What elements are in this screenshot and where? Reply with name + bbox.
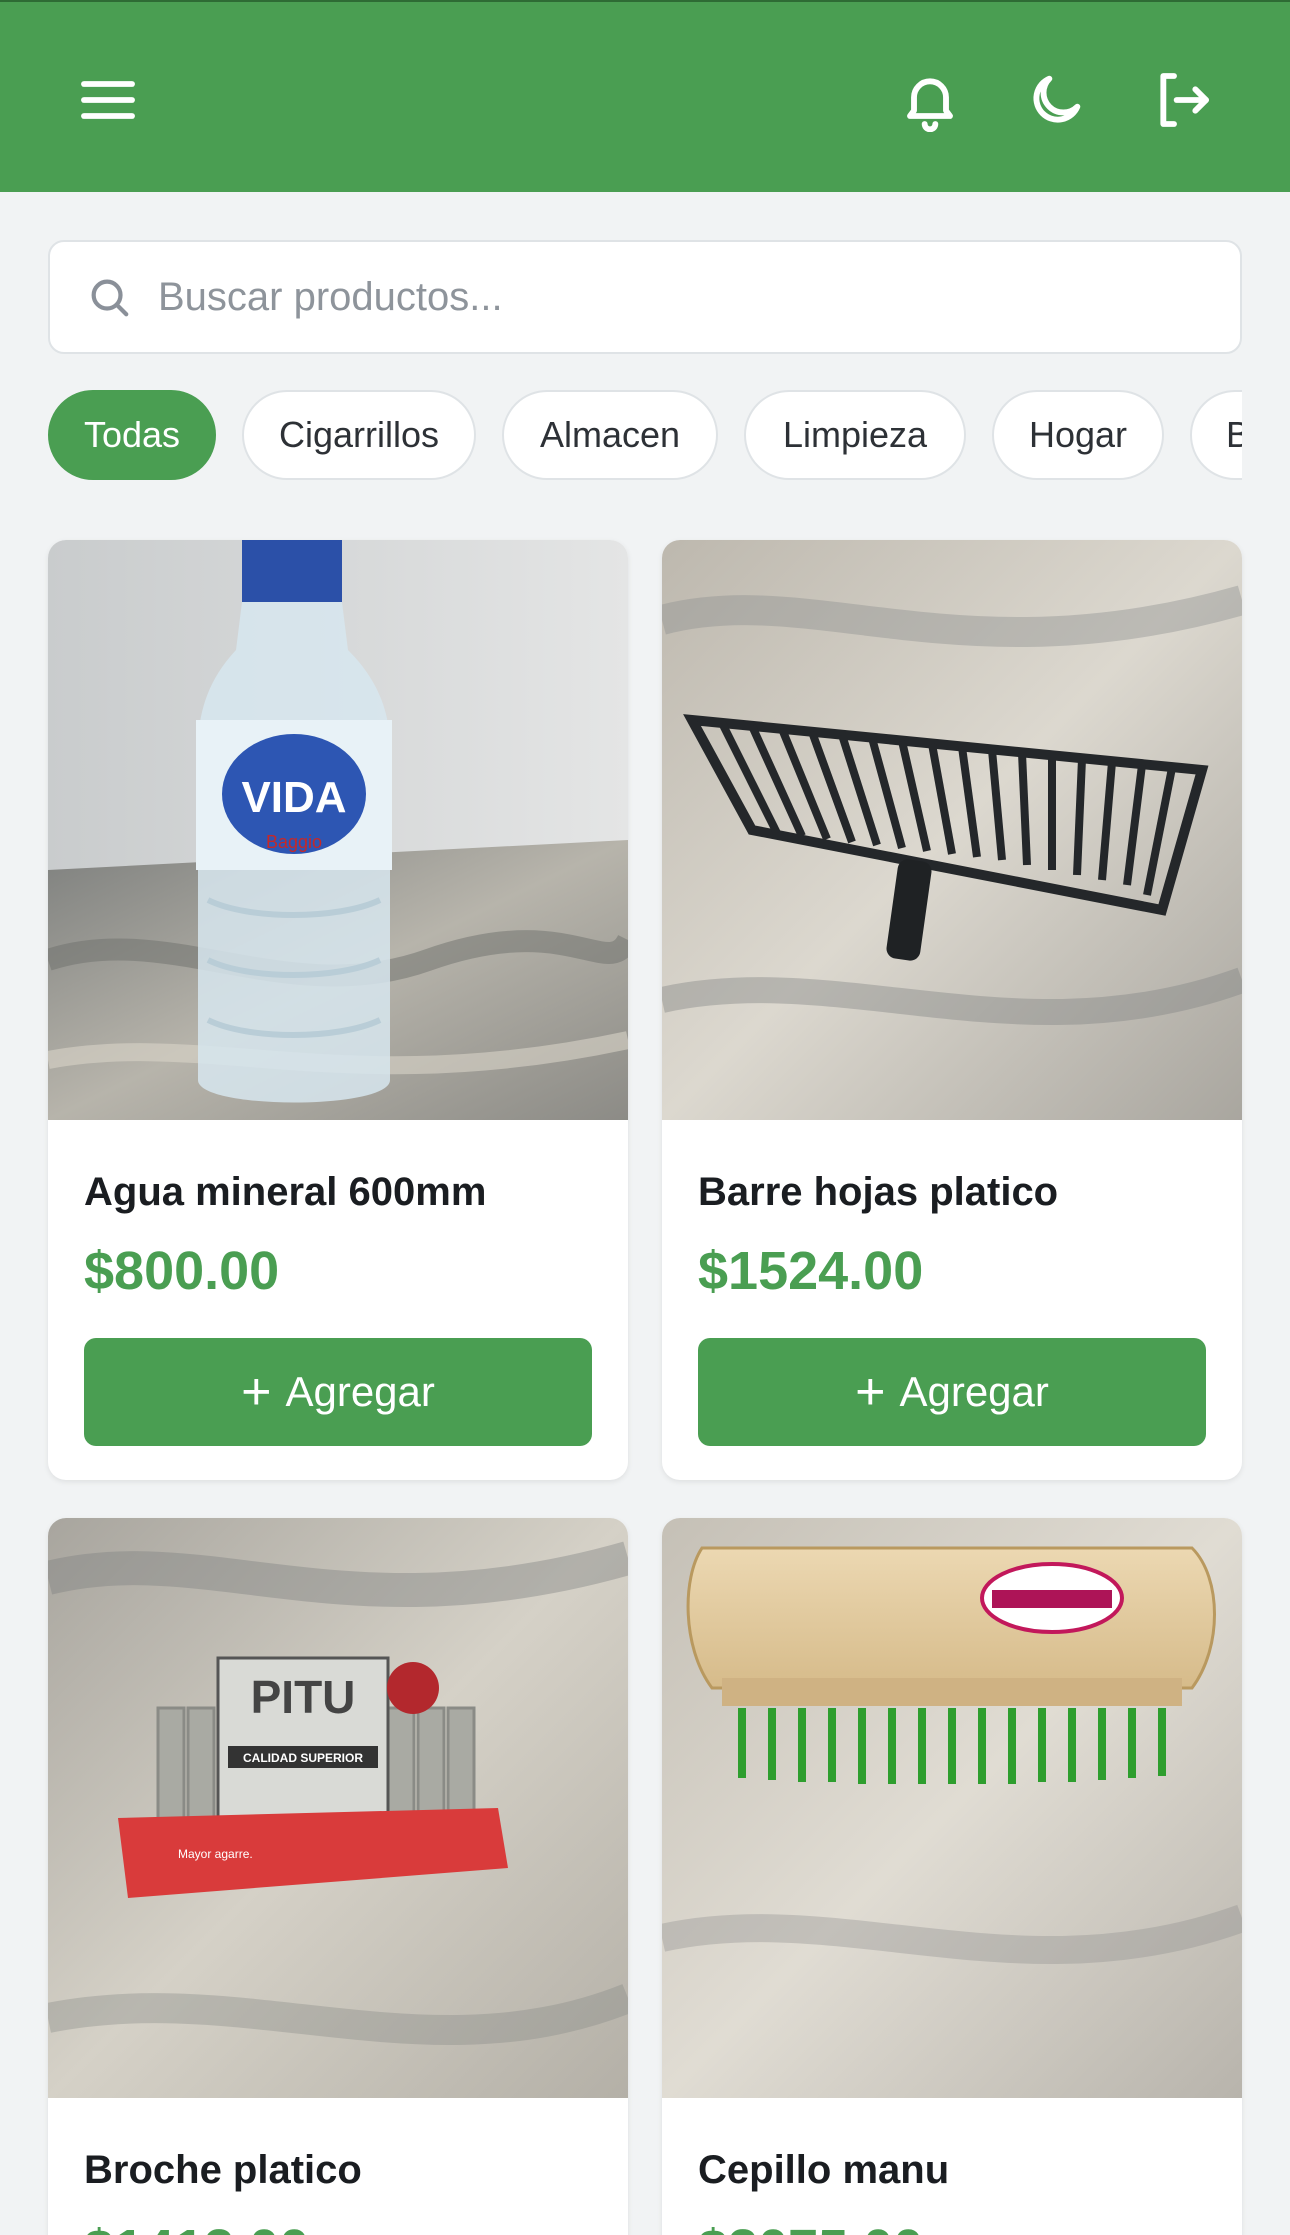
product-price: $1524.00 — [698, 1241, 924, 1301]
category-chip-almacen[interactable]: Almacen — [502, 390, 718, 480]
product-card: Cepillo manu $3075.00 — [662, 1518, 1242, 2235]
add-to-cart-button[interactable]: + Agregar — [84, 1338, 592, 1446]
category-chip-partial[interactable]: B — [1190, 390, 1242, 480]
search-icon — [91, 279, 129, 317]
category-chip-cigarrillos[interactable]: Cigarrillos — [242, 390, 476, 480]
logout-button[interactable] — [1142, 60, 1222, 140]
add-button-label: Agregar — [285, 1368, 435, 1415]
product-price: $800.00 — [84, 1241, 280, 1301]
search-input[interactable] — [158, 274, 1158, 320]
svg-text:VIDA: VIDA — [241, 773, 346, 822]
product-card: PITU CALIDAD SUPERIOR Mayor agarre. Broc… — [48, 1518, 628, 2235]
category-chip-hogar[interactable]: Hogar — [992, 390, 1164, 480]
category-filter-bar: Todas Cigarrillos Almacen Limpieza Hogar… — [48, 390, 1242, 480]
category-chip-partial-label: B — [1226, 414, 1242, 455]
plus-icon: + — [241, 1363, 272, 1421]
bell-icon — [907, 78, 953, 132]
product-price: $3075.00 — [698, 2218, 923, 2235]
product-price: $1413.00 — [84, 2218, 309, 2235]
search-bar[interactable] — [48, 240, 1242, 354]
app-header — [0, 0, 1290, 192]
notifications-button[interactable] — [890, 60, 970, 140]
product-image-brush[interactable] — [662, 1518, 1242, 2098]
product-name: Cepillo manu — [698, 2148, 950, 2192]
menu-button[interactable] — [68, 60, 148, 140]
add-to-cart-button[interactable]: + Agregar — [698, 1338, 1206, 1446]
product-name: Agua mineral 600mm — [84, 1170, 487, 1214]
product-image-clothespins[interactable]: PITU CALIDAD SUPERIOR Mayor agarre. — [48, 1518, 628, 2098]
logout-icon — [1160, 73, 1209, 127]
product-name: Broche platico — [84, 2148, 362, 2192]
plus-icon: + — [855, 1363, 886, 1421]
svg-text:PITU: PITU — [251, 1671, 356, 1723]
product-image-rake[interactable] — [662, 540, 1242, 1120]
category-chip-limpieza[interactable]: Limpieza — [744, 390, 966, 480]
theme-toggle-button[interactable] — [1016, 60, 1096, 140]
svg-text:CALIDAD SUPERIOR: CALIDAD SUPERIOR — [243, 1751, 363, 1765]
svg-text:Mayor agarre.: Mayor agarre. — [178, 1847, 253, 1861]
svg-text:Baggio: Baggio — [266, 832, 322, 852]
product-image-water-bottle[interactable]: VIDA Baggio — [48, 540, 628, 1120]
category-chip-todas[interactable]: Todas — [48, 390, 216, 480]
product-card: VIDA Baggio Agua mineral 600mm $800.00 +… — [48, 540, 628, 1480]
product-name: Barre hojas platico — [698, 1170, 1059, 1214]
add-button-label: Agregar — [899, 1368, 1049, 1415]
moon-icon — [1033, 75, 1081, 123]
product-card: Barre hojas platico $1524.00 + Agregar — [662, 540, 1242, 1480]
hamburger-menu-icon — [81, 81, 135, 119]
